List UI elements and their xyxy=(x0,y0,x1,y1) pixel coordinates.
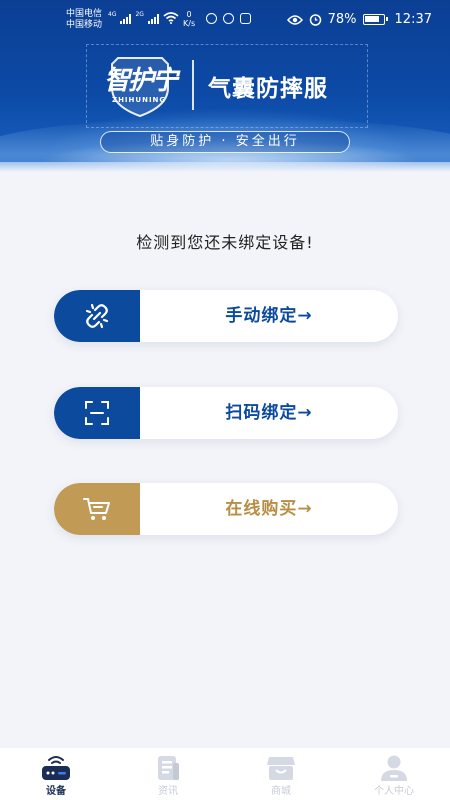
carrier-names: 中国电信 中国移动 xyxy=(66,9,102,31)
signal-bars-icon xyxy=(147,14,159,24)
tab-profile-label: 个人中心 xyxy=(374,786,414,797)
tab-news[interactable]: 资讯 xyxy=(112,748,224,800)
speed-value: 0 xyxy=(186,10,192,19)
scan-icon xyxy=(85,401,109,425)
alarm-icon xyxy=(309,14,321,26)
header-banner: 中国电信 中国移动 4G 2G 0 K/s 78% 12:37 智护宁 ZHIH… xyxy=(0,0,450,172)
tab-shop[interactable]: 商城 xyxy=(225,748,337,800)
buy-online-icon-area xyxy=(54,483,140,535)
tab-profile[interactable]: 个人中心 xyxy=(338,748,450,800)
manual-bind-button[interactable]: 手动绑定→ xyxy=(54,290,398,342)
link-icon xyxy=(85,303,109,329)
tab-shop-label: 商城 xyxy=(271,786,291,797)
news-icon xyxy=(158,756,179,780)
tab-news-label: 资讯 xyxy=(158,786,178,797)
network-speed: 0 K/s xyxy=(183,10,195,28)
speed-unit: K/s xyxy=(183,19,196,28)
carrier-2: 中国移动 xyxy=(66,20,103,30)
shop-icon xyxy=(267,757,295,780)
wifi-icon xyxy=(163,12,179,24)
eye-icon xyxy=(286,14,303,25)
clock-time: 12:37 xyxy=(394,12,432,27)
manual-bind-label: 手动绑定→ xyxy=(225,306,313,326)
status-bar: 中国电信 中国移动 4G 2G 0 K/s 78% 12:37 xyxy=(0,0,450,40)
status-right: 78% 12:37 xyxy=(286,12,432,27)
brand-name-en: ZHIHUNING xyxy=(112,96,167,104)
battery-percent: 78% xyxy=(327,12,357,27)
net-type-2: 2G xyxy=(135,11,144,18)
net-type-1: 4G xyxy=(108,11,117,18)
user-icon xyxy=(381,755,407,781)
tab-device[interactable]: 设备 xyxy=(0,748,112,800)
app-notification-icon xyxy=(223,13,234,24)
device-icon xyxy=(42,756,70,780)
product-name: 气囊防摔服 xyxy=(208,76,328,102)
manual-bind-icon-area xyxy=(54,290,140,342)
signal-bars-icon xyxy=(120,14,132,24)
buy-online-button[interactable]: 在线购买→ xyxy=(54,483,398,535)
scan-bind-icon-area xyxy=(54,387,140,439)
signal-icons: 4G 2G xyxy=(108,12,179,24)
banner-fade xyxy=(0,162,450,172)
logo-divider xyxy=(192,60,194,110)
scan-bind-button[interactable]: 扫码绑定→ xyxy=(54,387,398,439)
scan-bind-label: 扫码绑定→ xyxy=(225,403,313,423)
brand-name-cn: 智护宁 xyxy=(104,66,178,96)
app-notification-icon xyxy=(206,13,217,24)
bottom-tab-bar: 设备 资讯 商城 个人中心 xyxy=(0,748,450,800)
unbound-device-prompt: 检测到您还未绑定设备! xyxy=(136,233,314,252)
battery-icon xyxy=(362,14,388,25)
buy-online-label: 在线购买→ xyxy=(225,499,313,519)
carrier-1: 中国电信 xyxy=(66,9,103,19)
slogan-pill: 贴身防护 · 安全出行 xyxy=(100,131,350,153)
app-notification-icon xyxy=(240,13,251,24)
cart-icon xyxy=(83,498,110,520)
notification-icons xyxy=(206,13,251,24)
tab-device-label: 设备 xyxy=(46,786,66,797)
